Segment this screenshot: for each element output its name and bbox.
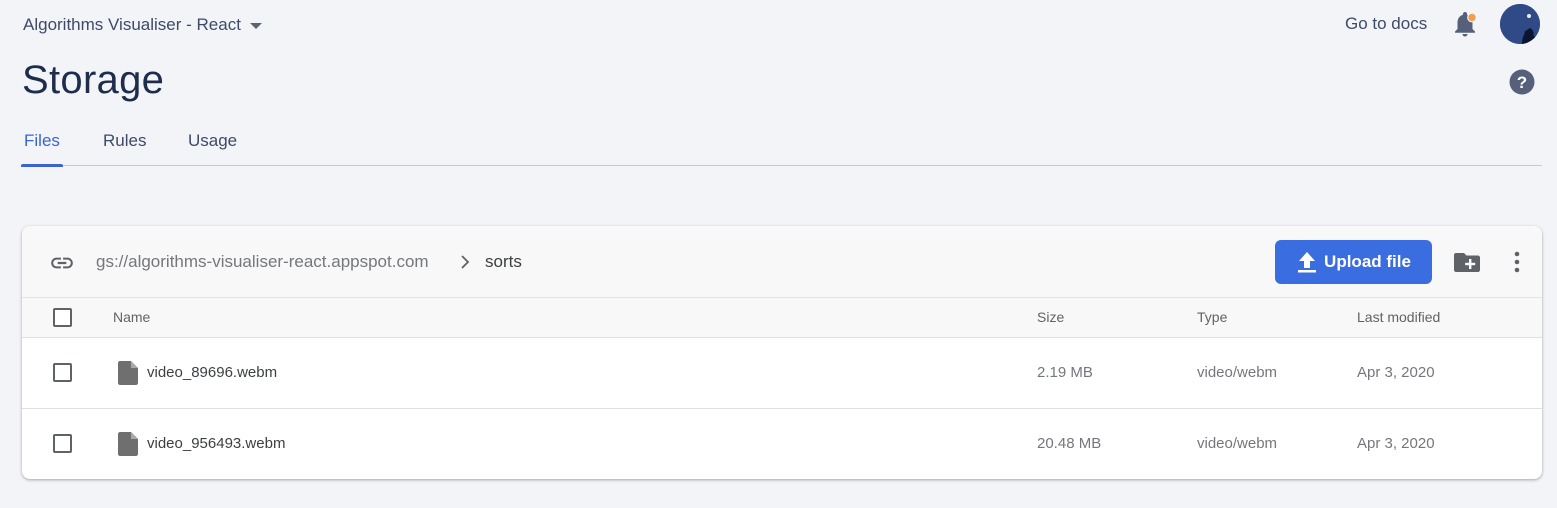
- copy-link-button[interactable]: [49, 250, 75, 276]
- chevron-right-icon: [461, 255, 470, 269]
- project-name: Algorithms Visualiser - React: [23, 15, 241, 34]
- file-icon: [118, 361, 138, 385]
- file-name[interactable]: video_89696.webm: [147, 364, 277, 381]
- column-header-type[interactable]: Type: [1197, 309, 1227, 325]
- project-selector[interactable]: Algorithms Visualiser - React: [23, 12, 262, 38]
- file-type: video/webm: [1197, 435, 1278, 452]
- table-row[interactable]: video_89696.webm 2.19 MB video/webm Apr …: [22, 338, 1542, 409]
- file-last-modified: Apr 3, 2020: [1357, 364, 1435, 381]
- file-size: 2.19 MB: [1037, 364, 1093, 381]
- account-avatar[interactable]: [1500, 4, 1540, 44]
- file-icon: [118, 432, 138, 456]
- row-checkbox[interactable]: [53, 363, 72, 382]
- go-to-docs-link[interactable]: Go to docs: [1345, 12, 1427, 36]
- bell-icon: [1455, 12, 1477, 37]
- tab-bar: Files Rules Usage: [21, 122, 1542, 167]
- file-size: 20.48 MB: [1037, 435, 1102, 452]
- help-icon: ?: [1509, 69, 1535, 95]
- avatar-image-icon: [1500, 4, 1540, 44]
- file-browser-card: gs://algorithms-visualiser-react.appspot…: [22, 226, 1542, 479]
- tab-rules[interactable]: Rules: [100, 122, 149, 166]
- column-header-size[interactable]: Size: [1037, 309, 1064, 325]
- caret-down-icon: [249, 23, 262, 29]
- svg-text:?: ?: [1517, 73, 1527, 92]
- file-name[interactable]: video_956493.webm: [147, 435, 285, 452]
- file-last-modified: Apr 3, 2020: [1357, 435, 1435, 452]
- path-bar: gs://algorithms-visualiser-react.appspot…: [22, 226, 1542, 298]
- help-button[interactable]: ?: [1509, 69, 1535, 95]
- page-title: Storage: [22, 58, 165, 102]
- bucket-breadcrumb[interactable]: gs://algorithms-visualiser-react.appspot…: [96, 252, 429, 272]
- upload-icon: [1298, 252, 1317, 273]
- create-folder-button[interactable]: [1453, 249, 1481, 275]
- upload-file-button[interactable]: Upload file: [1275, 240, 1432, 284]
- link-icon: [51, 257, 73, 269]
- select-all-checkbox[interactable]: [53, 308, 72, 327]
- table-header: Name Size Type Last modified: [22, 298, 1542, 338]
- tab-files[interactable]: Files: [21, 122, 63, 167]
- table-row[interactable]: video_956493.webm 20.48 MB video/webm Ap…: [22, 409, 1542, 479]
- current-folder-breadcrumb: sorts: [485, 252, 522, 271]
- column-header-name[interactable]: Name: [113, 309, 150, 325]
- upload-file-label: Upload file: [1324, 252, 1411, 271]
- file-type: video/webm: [1197, 364, 1278, 381]
- notifications-button[interactable]: [1452, 11, 1478, 39]
- tab-usage[interactable]: Usage: [185, 122, 240, 166]
- row-checkbox[interactable]: [53, 434, 72, 453]
- column-header-last-modified[interactable]: Last modified: [1357, 309, 1440, 325]
- more-options-button[interactable]: [1506, 249, 1528, 275]
- create-folder-icon: [1454, 253, 1480, 272]
- more-vert-icon: [1514, 251, 1520, 273]
